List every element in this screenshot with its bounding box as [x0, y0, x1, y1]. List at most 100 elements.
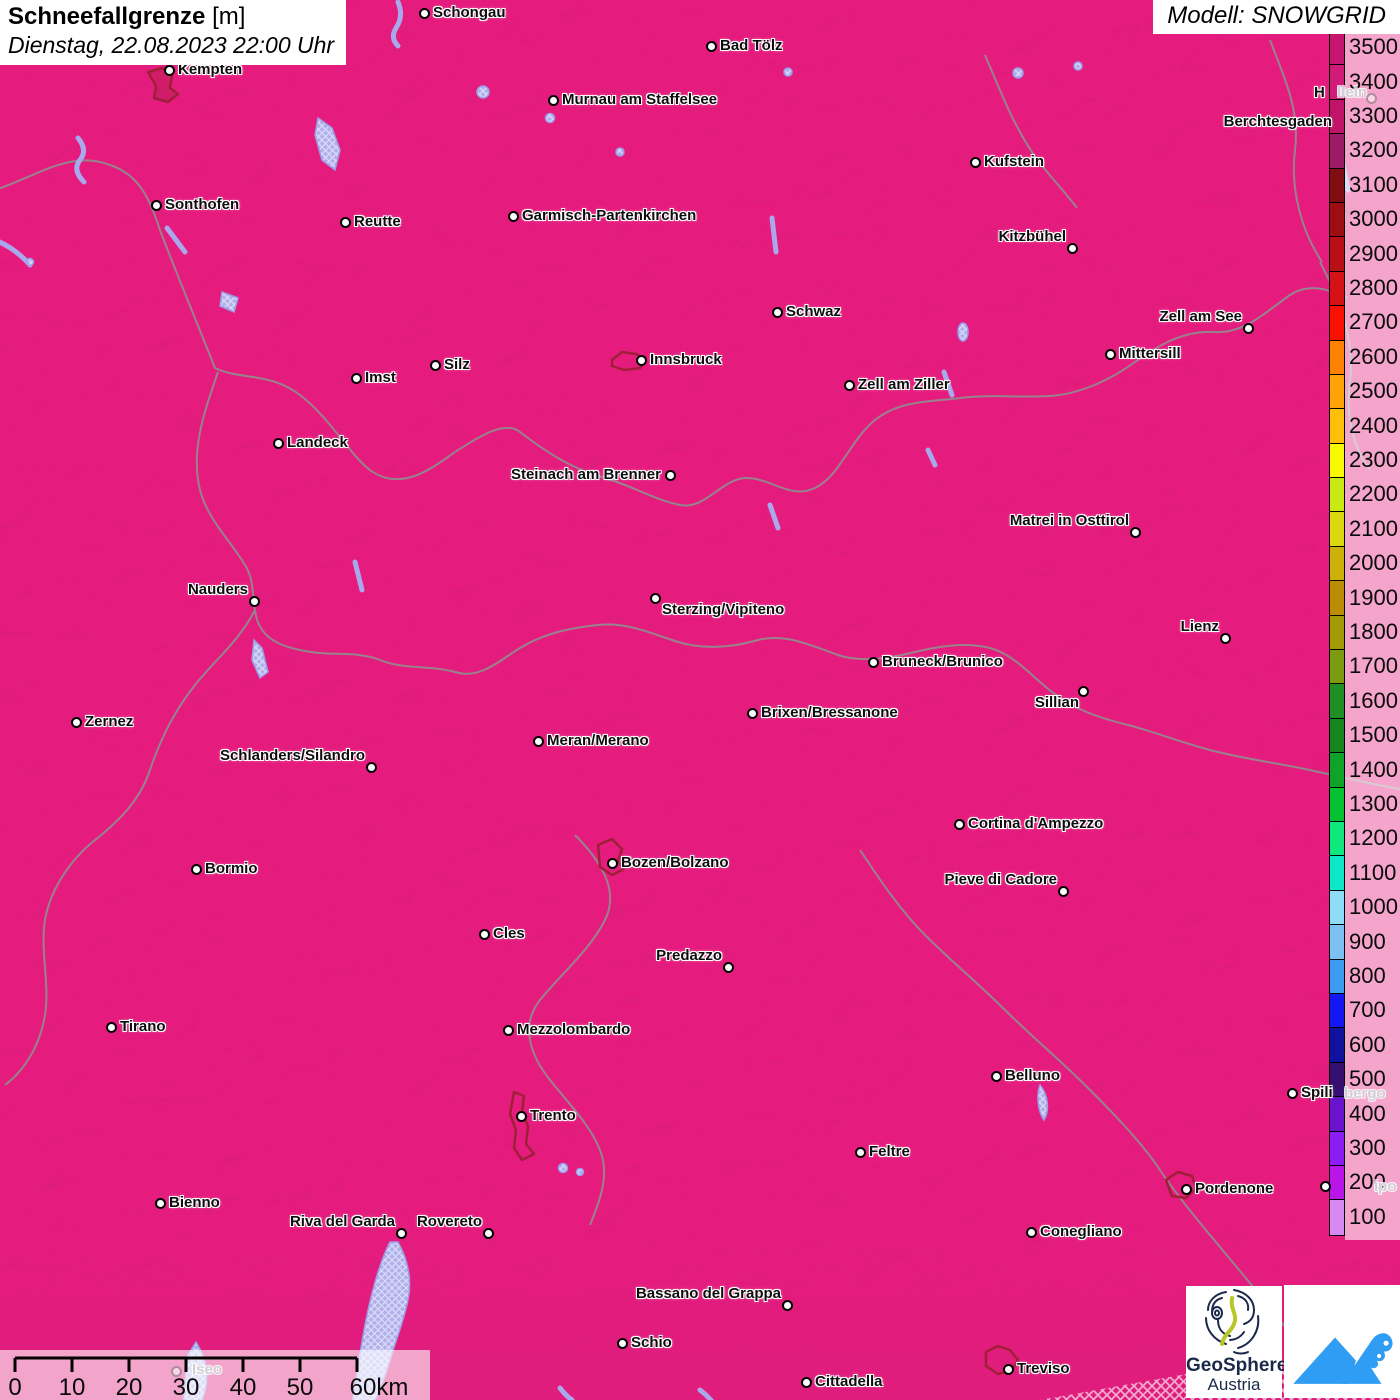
- colorbar-tick-label: 2800: [1349, 275, 1398, 300]
- city-marker: [635, 354, 647, 366]
- city-marker: [170, 1365, 182, 1377]
- colorbar-tick-label: 2700: [1349, 309, 1398, 335]
- colorbar-tick-label: 2000: [1349, 550, 1398, 576]
- city-marker: [867, 656, 879, 668]
- map-datetime: Dienstag, 22.08.2023 22:00 Uhr: [8, 32, 335, 58]
- colorbar-segment: [1330, 1097, 1344, 1132]
- city-label: Schlanders/Silandro: [219, 747, 365, 764]
- city-label: Tirano: [120, 1018, 166, 1035]
- city-marker: [190, 863, 202, 875]
- city-label: Lienz: [1180, 618, 1219, 635]
- city-label: Bad Tölz: [720, 37, 783, 54]
- city-label: Cortina d'Ampezzo: [968, 815, 1104, 832]
- city-marker: [1319, 1180, 1331, 1192]
- colorbar-tick-label: 600: [1349, 1031, 1386, 1057]
- colorbar-tick-label: 2600: [1349, 343, 1398, 369]
- colorbar-tick-label: 2100: [1349, 515, 1398, 541]
- colorbar-segment: [1330, 306, 1344, 341]
- map-title-box: Schneefallgrenze [m] Dienstag, 22.08.202…: [0, 0, 347, 65]
- colorbar-segment: [1330, 546, 1344, 582]
- city-marker: [272, 437, 284, 449]
- city-marker: [429, 359, 441, 371]
- city-label: Sillian: [1034, 694, 1079, 711]
- colorbar-tick-label: 2900: [1349, 240, 1398, 266]
- colorbar-tick-label: 1900: [1349, 584, 1398, 610]
- colorbar-segment: [1330, 718, 1344, 754]
- city-label: Mezzolombardo: [517, 1021, 631, 1038]
- hidden-city-label: bergo: [1344, 1085, 1386, 1102]
- city-marker: [163, 64, 175, 76]
- city-marker: [154, 1197, 166, 1209]
- city-marker: [1286, 1087, 1298, 1099]
- city-label: Bozen/Bolzano: [621, 854, 729, 871]
- city-marker: [1219, 632, 1231, 644]
- hidden-city-label: ipo: [1374, 1178, 1397, 1195]
- city-marker: [843, 379, 855, 391]
- colorbar-tick-label: 100: [1349, 1203, 1386, 1229]
- city-label: Pieve di Cadore: [944, 871, 1057, 888]
- scale-tick-label: 0: [8, 1374, 22, 1400]
- colorbar-tick-label: 1000: [1349, 894, 1398, 920]
- map-title: Schneefallgrenze: [8, 3, 206, 30]
- city-label: Mittersill: [1119, 345, 1181, 362]
- city-marker: [990, 1070, 1002, 1082]
- city-label: Conegliano: [1040, 1223, 1122, 1240]
- city-marker: [1025, 1226, 1037, 1238]
- colorbar-segment: [1330, 856, 1344, 891]
- city-marker: [502, 1024, 514, 1036]
- city-marker: [1242, 322, 1254, 334]
- colorbar-segment: [1330, 684, 1344, 719]
- colorbar-tick-label: 2200: [1349, 481, 1398, 507]
- colorbar-tick-label: 1500: [1349, 722, 1398, 748]
- city-label: Pordenone: [1195, 1180, 1274, 1197]
- colorbar-tick-label: 1100: [1349, 859, 1397, 885]
- city-marker: [664, 469, 676, 481]
- city-marker: [1180, 1183, 1192, 1195]
- mountain-logo-icon: [1293, 1333, 1393, 1384]
- colorbar-segment: [1330, 443, 1344, 479]
- colorbar-segment: [1330, 478, 1344, 513]
- city-label: Murnau am Staffelsee: [562, 91, 718, 108]
- city-label: Zell am See: [1159, 308, 1242, 325]
- city-marker: [1077, 685, 1089, 697]
- city-marker: [350, 372, 362, 384]
- city-label: Bassano del Grappa: [635, 1285, 781, 1302]
- city-label: Imst: [365, 369, 396, 386]
- geosphere-contour-icon: [1205, 1289, 1260, 1355]
- geosphere-logo: GeoSphere Austria: [1186, 1286, 1288, 1398]
- avalanche-report-logo: [1284, 1285, 1400, 1398]
- city-label: Meran/Merano: [547, 732, 649, 749]
- colorbar-segment: [1330, 271, 1344, 307]
- city-marker: [150, 199, 162, 211]
- city-marker: [478, 928, 490, 940]
- city-label: Treviso: [1017, 1360, 1070, 1377]
- colorbar-segment: [1330, 1200, 1344, 1235]
- colorbar-segment: [1330, 99, 1344, 135]
- colorbar-tick-label: 1700: [1349, 653, 1398, 679]
- colorbar-tick-label: 1200: [1349, 825, 1398, 851]
- city-marker: [800, 1376, 812, 1388]
- city-label: Landeck: [287, 434, 348, 451]
- city-label: Trento: [530, 1107, 576, 1124]
- city-label: Belluno: [1005, 1067, 1060, 1084]
- city-marker: [248, 595, 260, 607]
- colorbar-segment: [1330, 1131, 1344, 1166]
- city-marker: [771, 306, 783, 318]
- colorbar-segment: [1330, 1028, 1344, 1063]
- city-marker: [105, 1021, 117, 1033]
- city-label: Zernez: [85, 713, 134, 730]
- city-marker: [616, 1337, 628, 1349]
- geosphere-logo-text: GeoSphere: [1186, 1355, 1288, 1376]
- city-marker: [705, 40, 717, 52]
- city-label: Nauders: [187, 581, 248, 598]
- colorbar-segment: [1330, 650, 1344, 685]
- city-label: Brixen/Bressanone: [761, 704, 898, 721]
- city-label: Riva del Garda: [289, 1213, 395, 1230]
- colorbar-segment: [1330, 374, 1344, 410]
- city-marker: [532, 735, 544, 747]
- city-label: Rovereto: [416, 1213, 482, 1230]
- city-label: Predazzo: [656, 947, 722, 964]
- city-marker: [1002, 1363, 1014, 1375]
- city-marker: [482, 1227, 494, 1239]
- colorbar-segment: [1330, 237, 1344, 272]
